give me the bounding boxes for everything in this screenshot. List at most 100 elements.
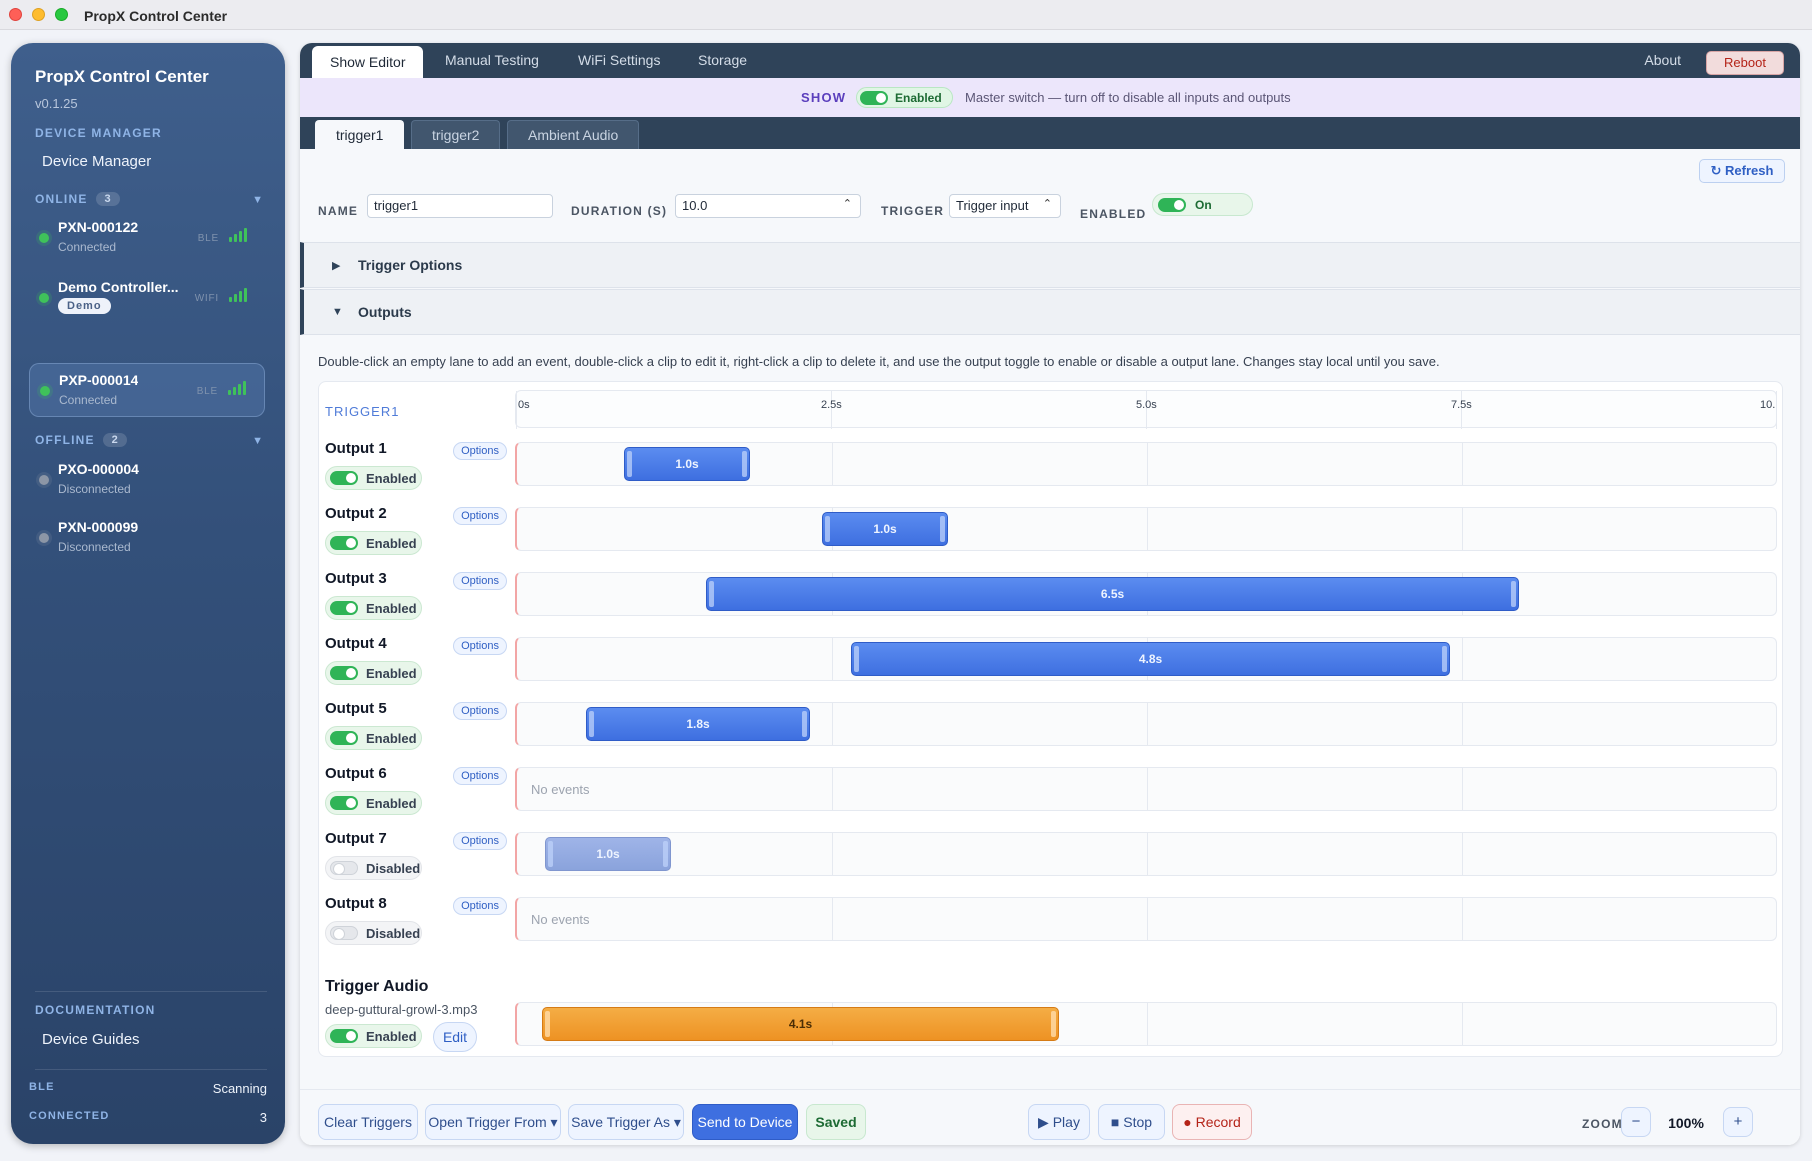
output-lane[interactable]: 1.0s [515, 507, 1777, 551]
output-toggle-label: Enabled [366, 731, 417, 746]
audio-lane[interactable]: 4.1s [515, 1002, 1777, 1046]
duration-stepper[interactable]: 10.0 [675, 193, 861, 218]
output-options-button[interactable]: Options [453, 832, 507, 850]
lane-grid-line [1462, 1003, 1463, 1045]
output-lane[interactable]: 1.0s [515, 442, 1777, 486]
output-enabled-toggle[interactable]: Enabled [325, 531, 422, 555]
tab-trigger1[interactable]: trigger1 [315, 120, 405, 149]
sidebar: PropX Control Center v0.1.25 DEVICE MANA… [11, 43, 285, 1144]
event-clip[interactable]: 1.0s [545, 837, 671, 871]
output-options-button[interactable]: Options [453, 572, 507, 590]
connected-value: 3 [259, 1110, 267, 1125]
tab-trigger2[interactable]: trigger2 [411, 120, 501, 149]
output-enabled-toggle[interactable]: Enabled [325, 726, 422, 750]
event-clip[interactable]: 1.8s [586, 707, 810, 741]
refresh-button[interactable]: ↻ Refresh [1699, 159, 1785, 183]
lane-grid-line [1147, 508, 1148, 550]
output-toggle-label: Enabled [366, 796, 417, 811]
output-enabled-toggle[interactable]: Enabled [325, 596, 422, 620]
show-help-text: Master switch — turn off to disable all … [965, 90, 1291, 105]
minimize-window-button[interactable] [32, 8, 45, 21]
zoom-out-button[interactable]: − [1621, 1107, 1651, 1137]
zoom-in-button[interactable]: + [1723, 1107, 1753, 1137]
lane-grid-line [1462, 833, 1463, 875]
audio-clip[interactable]: 4.1s [542, 1007, 1059, 1041]
tab-show-editor[interactable]: Show Editor [312, 46, 424, 78]
online-count-badge: 3 [95, 192, 120, 206]
device-guides-link[interactable]: Device Guides [42, 1031, 140, 1048]
trigger-enabled-toggle[interactable]: On [1152, 193, 1253, 216]
lane-grid-line [1462, 443, 1463, 485]
online-collapse-chevron-icon[interactable]: ▼ [252, 194, 263, 206]
output-lane[interactable]: No events [515, 897, 1777, 941]
audio-enabled-toggle[interactable]: Enabled [325, 1024, 422, 1048]
event-clip[interactable]: 1.0s [624, 447, 750, 481]
output-toggle-label: Enabled [366, 471, 417, 486]
about-link[interactable]: About [1644, 52, 1681, 68]
output-enabled-toggle[interactable]: Enabled [325, 466, 422, 490]
event-clip[interactable]: 4.8s [851, 642, 1450, 676]
device-item-pxp-000014[interactable]: PXP-000014 Connected BLE [29, 363, 265, 417]
output-name: Output 6 [325, 765, 387, 782]
toggle-switch-icon [860, 91, 888, 105]
stop-button[interactable]: ■ Stop [1098, 1104, 1165, 1140]
lane-grid-line [1147, 443, 1148, 485]
device-name: PXO-000004 [58, 461, 139, 477]
output-options-button[interactable]: Options [453, 442, 507, 460]
clear-triggers-button[interactable]: Clear Triggers [318, 1104, 418, 1140]
send-to-device-button[interactable]: Send to Device [692, 1104, 798, 1140]
save-trigger-as-button[interactable]: Save Trigger As ▾ [568, 1104, 684, 1140]
output-options-button[interactable]: Options [453, 767, 507, 785]
device-item-pxn-000099[interactable]: PXN-000099 Disconnected [29, 511, 265, 565]
event-clip[interactable]: 1.0s [822, 512, 948, 546]
device-item-pxo-000004[interactable]: PXO-000004 Disconnected [29, 453, 265, 507]
output-row-label: Output 6 Options Enabled [325, 763, 507, 825]
output-lane[interactable]: 1.8s [515, 702, 1777, 746]
device-item-demo-controller[interactable]: Demo Controller... Demo WIFI [29, 271, 265, 325]
offline-collapse-chevron-icon[interactable]: ▼ [252, 435, 263, 447]
online-group-header[interactable]: ONLINE 3 [35, 192, 120, 206]
play-button[interactable]: ▶ Play [1028, 1104, 1090, 1140]
device-item-pxn-000122[interactable]: PXN-000122 Connected BLE [29, 211, 265, 265]
close-window-button[interactable] [9, 8, 22, 21]
tab-manual-testing[interactable]: Manual Testing [427, 43, 557, 78]
ruler-tick-line [516, 391, 517, 429]
output-lane[interactable]: 1.0s [515, 832, 1777, 876]
output-lane[interactable]: 4.8s [515, 637, 1777, 681]
event-clip[interactable]: 6.5s [706, 577, 1519, 611]
trigger-options-section[interactable]: ▶ Trigger Options [300, 242, 1800, 288]
trigger-fields: NAME trigger1 DURATION (S) 10.0 TRIGGER … [300, 191, 1800, 231]
output-name: Output 3 [325, 570, 387, 587]
offline-status-dot-icon [39, 475, 49, 485]
edit-audio-button[interactable]: Edit [433, 1022, 477, 1052]
reboot-button[interactable]: Reboot [1706, 51, 1784, 75]
show-master-toggle[interactable]: Enabled [856, 87, 953, 108]
record-button[interactable]: ● Record [1172, 1104, 1252, 1140]
output-options-button[interactable]: Options [453, 637, 507, 655]
tab-ambient-audio[interactable]: Ambient Audio [507, 120, 640, 149]
name-input[interactable]: trigger1 [367, 194, 553, 218]
device-name: Demo Controller... [58, 279, 179, 295]
device-manager-link[interactable]: Device Manager [42, 153, 151, 170]
output-enabled-toggle[interactable]: Enabled [325, 661, 422, 685]
output-options-button[interactable]: Options [453, 507, 507, 525]
output-lane[interactable]: 6.5s [515, 572, 1777, 616]
trigger-select[interactable]: Trigger input [949, 193, 1061, 218]
output-enabled-toggle[interactable]: Disabled [325, 856, 422, 880]
app-title: PropX Control Center [35, 67, 209, 86]
outputs-section[interactable]: ▼ Outputs [300, 289, 1800, 335]
tab-storage[interactable]: Storage [680, 43, 765, 78]
output-options-button[interactable]: Options [453, 702, 507, 720]
output-row-label: Output 2 Options Enabled [325, 503, 507, 565]
output-enabled-toggle[interactable]: Enabled [325, 791, 422, 815]
tab-wifi-settings[interactable]: WiFi Settings [560, 43, 678, 78]
timeline-trigger-name: TRIGGER1 [325, 404, 400, 419]
open-trigger-from-button[interactable]: Open Trigger From ▾ [425, 1104, 561, 1140]
offline-group-header[interactable]: OFFLINE 2 [35, 433, 127, 447]
device-status: Connected [58, 240, 117, 254]
output-enabled-toggle[interactable]: Disabled [325, 921, 422, 945]
zoom-window-button[interactable] [55, 8, 68, 21]
output-lane[interactable]: No events [515, 767, 1777, 811]
output-options-button[interactable]: Options [453, 897, 507, 915]
trigger-editor: ↻ Refresh NAME trigger1 DURATION (S) 10.… [300, 149, 1800, 1145]
